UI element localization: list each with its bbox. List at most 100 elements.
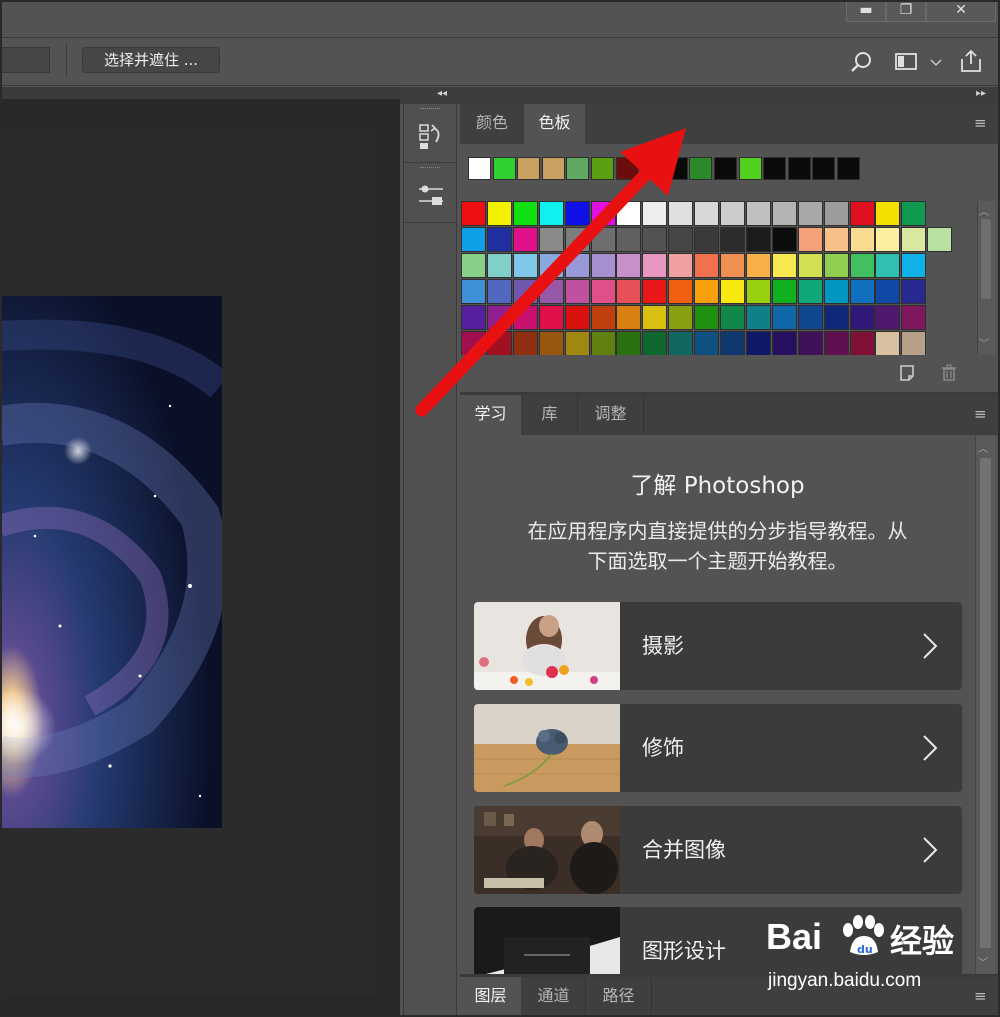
swatch-cell[interactable] bbox=[512, 253, 538, 278]
swatch-cell[interactable] bbox=[486, 331, 512, 355]
swatch-cell[interactable] bbox=[720, 227, 745, 252]
swatch-cell[interactable] bbox=[538, 279, 564, 304]
recent-swatch[interactable] bbox=[492, 157, 516, 180]
swatch-cell[interactable] bbox=[901, 227, 927, 252]
tab-libraries[interactable]: 库 bbox=[522, 395, 578, 433]
swatch-cell[interactable] bbox=[512, 227, 538, 252]
topic-card-composite[interactable]: 合并图像 bbox=[474, 806, 962, 894]
swatch-cell[interactable] bbox=[797, 305, 823, 330]
share-icon[interactable] bbox=[958, 48, 984, 74]
swatch-cell[interactable] bbox=[590, 201, 616, 226]
topic-card-retouching[interactable]: 修饰 bbox=[474, 704, 962, 792]
swatch-cell[interactable] bbox=[797, 253, 823, 278]
swatch-cell[interactable] bbox=[538, 201, 564, 226]
swatch-cell[interactable] bbox=[538, 253, 564, 278]
swatch-cell[interactable] bbox=[668, 331, 694, 355]
swatch-cell[interactable] bbox=[564, 305, 590, 330]
recent-swatch[interactable] bbox=[763, 157, 787, 180]
swatch-cell[interactable] bbox=[694, 227, 720, 252]
swatch-cell[interactable] bbox=[771, 331, 797, 355]
swatch-cell[interactable] bbox=[823, 201, 849, 226]
swatch-cell[interactable] bbox=[668, 253, 694, 278]
swatch-cell[interactable] bbox=[823, 227, 849, 252]
swatch-cell[interactable] bbox=[771, 201, 797, 226]
swatch-cell[interactable] bbox=[823, 305, 849, 330]
swatch-cell[interactable] bbox=[564, 253, 590, 278]
swatch-cell[interactable] bbox=[642, 305, 668, 330]
swatch-cell[interactable] bbox=[745, 331, 771, 355]
tab-channels[interactable]: 通道 bbox=[522, 977, 586, 1015]
swatch-cell[interactable] bbox=[538, 227, 564, 252]
swatch-cell[interactable] bbox=[901, 253, 927, 278]
panel-menu-icon[interactable]: ≡ bbox=[974, 114, 987, 132]
tab-layers[interactable]: 图层 bbox=[460, 977, 522, 1017]
tab-color[interactable]: 颜色 bbox=[460, 104, 524, 142]
swatch-cell[interactable] bbox=[564, 201, 590, 226]
swatch-cell[interactable] bbox=[590, 227, 616, 252]
swatch-cell[interactable] bbox=[875, 279, 901, 304]
swatch-cell[interactable] bbox=[642, 201, 668, 226]
swatch-cell[interactable] bbox=[512, 305, 538, 330]
swatch-cell[interactable] bbox=[720, 305, 745, 330]
swatch-cell[interactable] bbox=[616, 279, 642, 304]
swatch-cell[interactable] bbox=[486, 305, 512, 330]
swatch-cell[interactable] bbox=[849, 227, 875, 252]
swatch-cell[interactable] bbox=[849, 201, 875, 226]
swatch-cell[interactable] bbox=[512, 279, 538, 304]
swatch-cell[interactable] bbox=[642, 331, 668, 355]
swatch-cell[interactable] bbox=[538, 331, 564, 355]
topic-card-photography[interactable]: 摄影 bbox=[474, 602, 962, 690]
swatch-cell[interactable] bbox=[745, 201, 771, 226]
collapse-left-icon[interactable]: ◂◂ bbox=[437, 88, 447, 99]
swatch-cell[interactable] bbox=[538, 305, 564, 330]
swatch-cell[interactable] bbox=[720, 331, 745, 355]
panel-menu-icon[interactable]: ≡ bbox=[974, 987, 987, 1005]
recent-swatch[interactable] bbox=[714, 157, 737, 180]
restore-button[interactable]: ❐ bbox=[886, 0, 926, 22]
swatch-cell[interactable] bbox=[901, 305, 927, 330]
swatch-cell[interactable] bbox=[927, 227, 953, 252]
swatch-cell[interactable] bbox=[564, 227, 590, 252]
swatch-cell[interactable] bbox=[616, 253, 642, 278]
recent-swatch[interactable] bbox=[689, 157, 713, 180]
swatch-cell[interactable] bbox=[461, 227, 486, 252]
recent-swatch[interactable] bbox=[787, 157, 811, 180]
close-button[interactable]: ✕ bbox=[926, 0, 996, 22]
swatch-cell[interactable] bbox=[849, 279, 875, 304]
recent-swatch[interactable] bbox=[468, 157, 491, 180]
swatch-cell[interactable] bbox=[720, 253, 745, 278]
recent-swatch[interactable] bbox=[615, 157, 639, 180]
swatch-cell[interactable] bbox=[668, 227, 694, 252]
swatch-cell[interactable] bbox=[823, 331, 849, 355]
recent-swatch[interactable] bbox=[664, 157, 688, 180]
swatch-cell[interactable] bbox=[564, 331, 590, 355]
swatch-cell[interactable] bbox=[461, 331, 486, 355]
swatch-cell[interactable] bbox=[668, 201, 694, 226]
swatch-cell[interactable] bbox=[486, 201, 512, 226]
swatch-cell[interactable] bbox=[849, 253, 875, 278]
tab-learn[interactable]: 学习 bbox=[460, 395, 522, 435]
swatch-cell[interactable] bbox=[694, 253, 720, 278]
swatch-cell[interactable] bbox=[745, 253, 771, 278]
swatch-cell[interactable] bbox=[486, 253, 512, 278]
swatch-cell[interactable] bbox=[745, 305, 771, 330]
select-and-mask-button[interactable]: 选择并遮住 ... bbox=[82, 47, 220, 73]
minimize-button[interactable]: ▬ bbox=[846, 0, 886, 22]
recent-swatch[interactable] bbox=[837, 157, 860, 180]
swatch-cell[interactable] bbox=[797, 279, 823, 304]
history-icon[interactable] bbox=[418, 122, 444, 152]
swatch-cell[interactable] bbox=[901, 279, 927, 304]
swatch-cell[interactable] bbox=[461, 201, 486, 226]
tab-paths[interactable]: 路径 bbox=[586, 977, 652, 1015]
swatch-cell[interactable] bbox=[461, 305, 486, 330]
swatch-cell[interactable] bbox=[745, 227, 771, 252]
chevron-down-icon[interactable] bbox=[930, 58, 942, 68]
swatch-cell[interactable] bbox=[616, 201, 642, 226]
swatch-cell[interactable] bbox=[875, 331, 901, 355]
trash-icon[interactable] bbox=[940, 364, 958, 382]
swatch-cell[interactable] bbox=[771, 279, 797, 304]
swatch-cell[interactable] bbox=[875, 201, 901, 226]
new-swatch-icon[interactable] bbox=[898, 364, 916, 382]
recent-swatch[interactable] bbox=[566, 157, 590, 180]
swatch-cell[interactable] bbox=[486, 279, 512, 304]
